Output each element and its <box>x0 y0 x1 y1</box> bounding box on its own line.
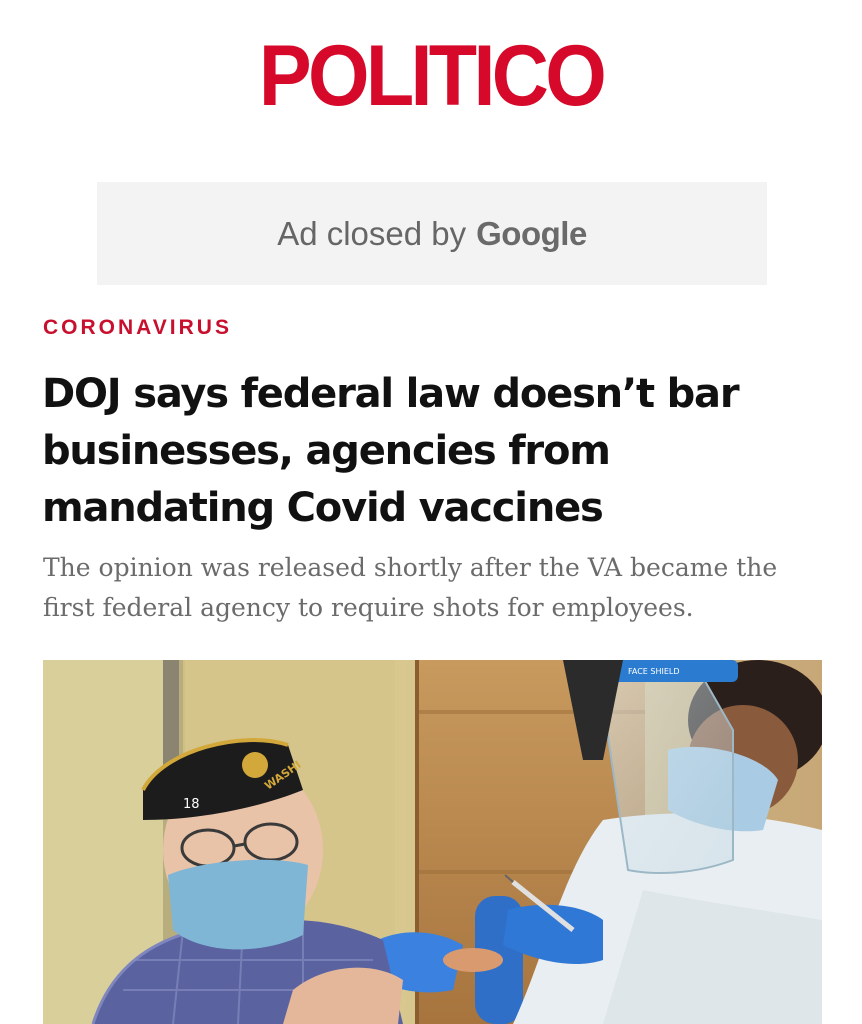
ad-closed-text: Ad closed by <box>277 214 467 252</box>
politico-logo[interactable]: POLITICO <box>34 30 827 122</box>
article-photo[interactable]: FACE SHIELD WASHI 18 <box>43 660 822 1024</box>
ad-closed-banner: Ad closed by Google <box>97 182 767 285</box>
article-dek: The opinion was released shortly after t… <box>43 553 778 622</box>
article-headline[interactable]: DOJ says federal law doesn’t bar busines… <box>42 366 832 537</box>
vaccination-photo: FACE SHIELD WASHI 18 <box>43 660 822 1024</box>
cap-number: 18 <box>183 797 200 812</box>
section-label[interactable]: CORONAVIRUS <box>43 316 232 340</box>
google-wordmark: Google <box>476 214 587 252</box>
face-shield-label: FACE SHIELD <box>628 667 680 676</box>
